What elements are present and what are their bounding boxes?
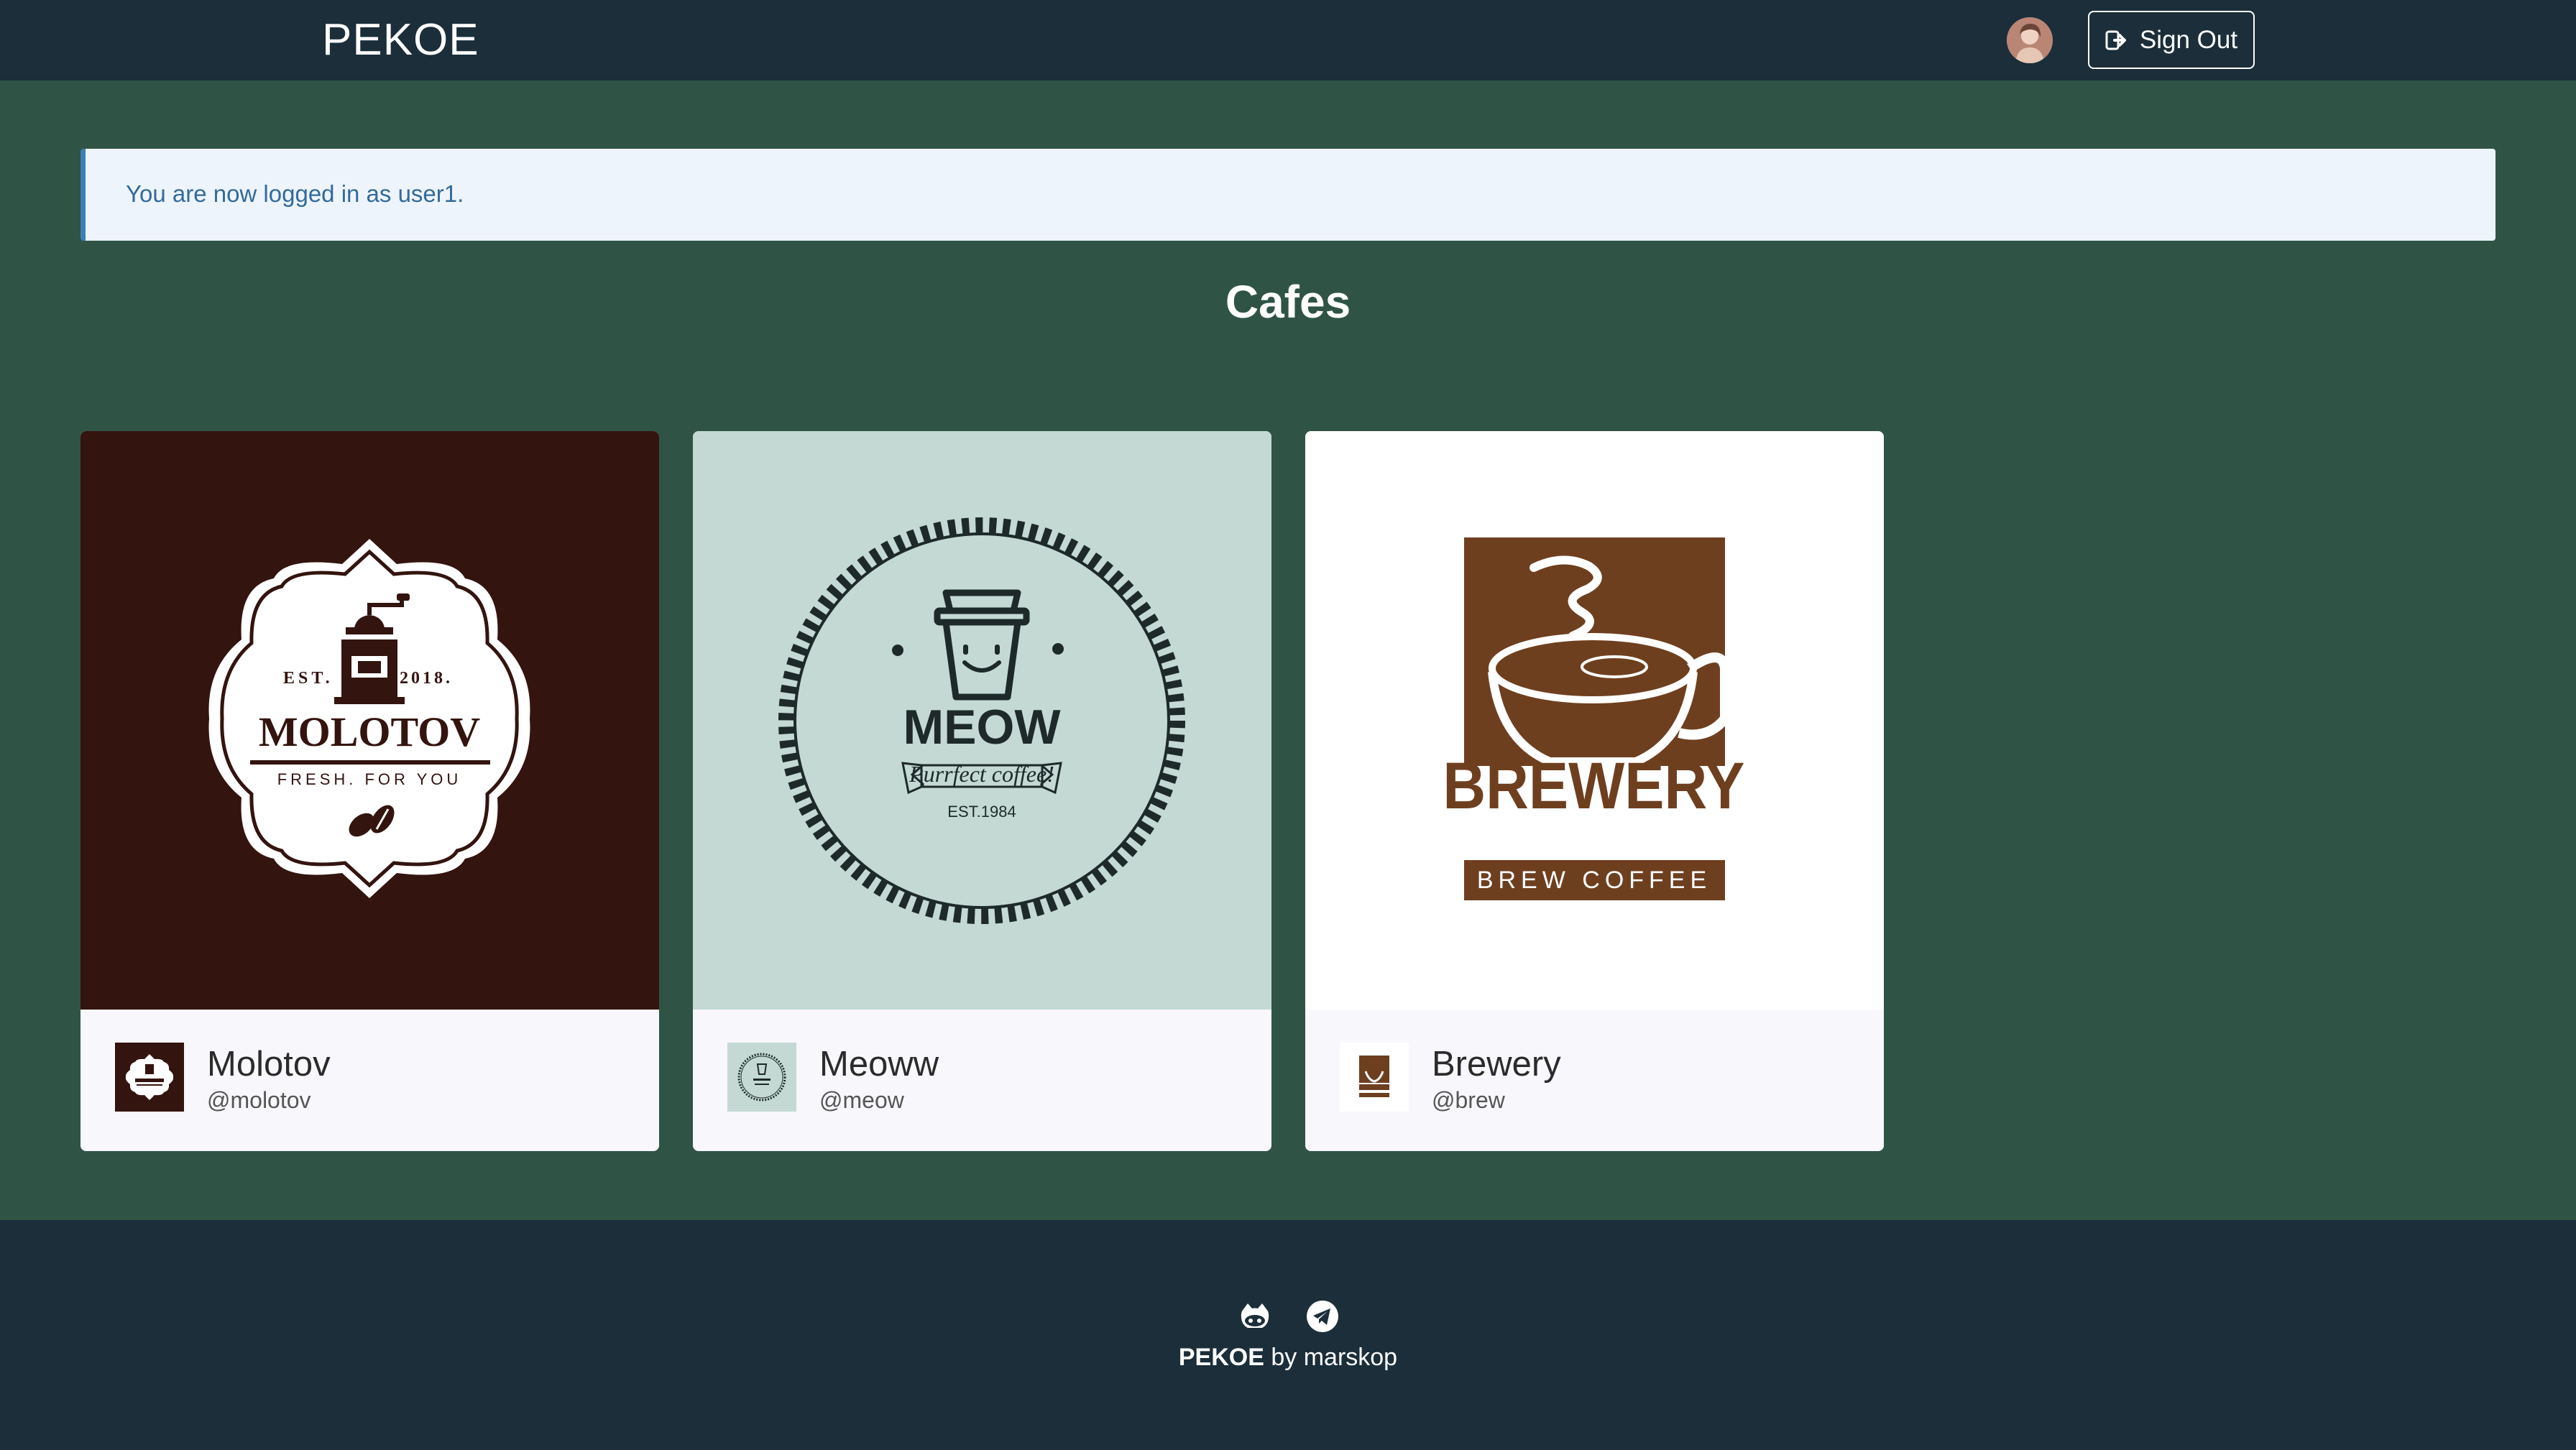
meow-thumb-icon xyxy=(727,1043,796,1112)
meow-logo: MEOW Purrfect coffee! EST.1984 xyxy=(693,431,1271,1010)
cafe-handle: @meow xyxy=(819,1087,904,1113)
brewery-banner: BREW COFFEE xyxy=(1477,867,1711,894)
sign-out-label: Sign Out xyxy=(2139,25,2238,54)
site-footer: PEKOE by marskop xyxy=(0,1220,2576,1450)
brewery-thumb-icon xyxy=(1340,1043,1409,1112)
cafe-thumbnail xyxy=(115,1043,184,1112)
cafe-name[interactable]: Molotov xyxy=(207,1044,331,1084)
cafe-card-footer: Meoww @meow xyxy=(693,1010,1271,1151)
cafe-thumbnail xyxy=(1340,1043,1409,1112)
github-icon[interactable] xyxy=(1238,1299,1272,1334)
cafe-name[interactable]: Brewery xyxy=(1432,1044,1561,1084)
sign-out-button[interactable]: Sign Out xyxy=(2088,11,2255,69)
cafe-handle: @molotov xyxy=(207,1087,311,1113)
meow-wordmark: MEOW xyxy=(903,700,1061,754)
top-navbar: PEKOE Sign Out xyxy=(0,0,2576,80)
cafe-image-molotov: EST. 2018. MOLOTOV FRESH. FOR YOU xyxy=(80,431,659,1010)
molotov-wordmark: MOLOTOV xyxy=(259,708,480,755)
avatar-icon xyxy=(2007,17,2053,63)
telegram-icon[interactable] xyxy=(1305,1299,1340,1334)
page-title: Cafes xyxy=(1225,276,1351,328)
cafe-card-molotov[interactable]: EST. 2018. MOLOTOV FRESH. FOR YOU Moloto… xyxy=(80,431,659,1151)
cafe-handle: @brew xyxy=(1432,1087,1505,1113)
molotov-est-right: 2018. xyxy=(400,669,453,688)
footer-credit: PEKOE by marskop xyxy=(0,1344,2576,1372)
user-avatar[interactable] xyxy=(2007,17,2053,63)
meow-est: EST.1984 xyxy=(947,803,1016,821)
cafe-card-footer: Brewery @brew xyxy=(1305,1010,1884,1151)
footer-byline: by marskop xyxy=(1264,1344,1398,1371)
molotov-thumb-icon xyxy=(115,1043,184,1112)
brewery-wordmark: BREWERY xyxy=(1443,749,1744,823)
molotov-est-left: EST. xyxy=(283,669,334,688)
cafe-thumbnail xyxy=(727,1043,796,1112)
login-alert: You are now logged in as user1. xyxy=(80,149,2496,241)
alert-message: You are now logged in as user1. xyxy=(126,180,464,207)
cafe-image-brewery: BREWERY BREW COFFEE xyxy=(1305,431,1884,1010)
brewery-logo: BREWERY BREW COFFEE xyxy=(1305,431,1884,1010)
footer-brand: PEKOE xyxy=(1178,1344,1264,1371)
cafe-card-footer: Molotov @molotov xyxy=(80,1010,659,1151)
cafe-image-meoww: MEOW Purrfect coffee! EST.1984 xyxy=(693,431,1271,1010)
molotov-tagline: FRESH. FOR YOU xyxy=(277,770,462,788)
cafe-name[interactable]: Meoww xyxy=(819,1044,939,1084)
footer-icons xyxy=(1238,1299,1340,1334)
cafe-card-brewery[interactable]: BREWERY BREW COFFEE Brewery @brew xyxy=(1305,431,1884,1151)
molotov-logo: EST. 2018. MOLOTOV FRESH. FOR YOU xyxy=(80,431,659,1010)
meow-ribbon-text: Purrfect coffee! xyxy=(908,761,1054,787)
brand-logo[interactable]: PEKOE xyxy=(322,14,479,65)
sign-out-icon xyxy=(2105,30,2126,50)
cafe-card-meoww[interactable]: MEOW Purrfect coffee! EST.1984 Meoww @me… xyxy=(693,431,1271,1151)
